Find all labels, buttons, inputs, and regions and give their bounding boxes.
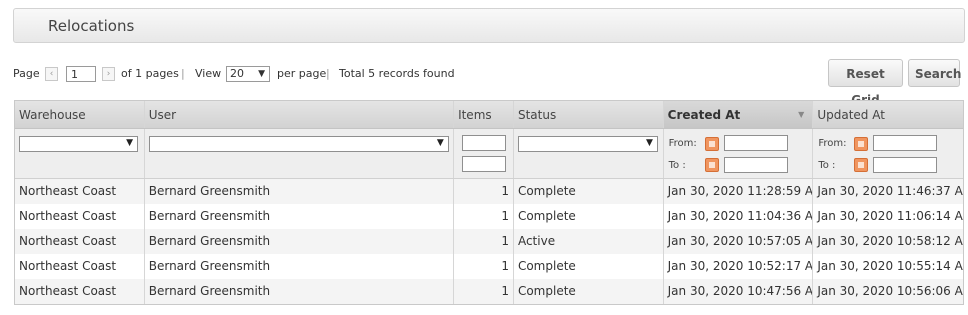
user-cell: Bernard Greensmith	[145, 229, 455, 254]
created-at-cell: Jan 30, 2020 10:57:05 AM	[664, 229, 814, 254]
updated-at-cell: Jan 30, 2020 11:06:14 AM	[817, 209, 964, 223]
filter-row: ▼ ▼ ▼ From: To : From: To:	[15, 129, 963, 179]
created-at-cell: Jan 30, 2020 11:28:59 AM	[664, 179, 814, 204]
separator: |	[326, 67, 330, 80]
view-label: View	[195, 67, 222, 80]
column-header-warehouse[interactable]: Warehouse	[15, 101, 145, 128]
filter-items-cell	[454, 129, 514, 178]
chevron-down-icon: ▼	[646, 138, 653, 148]
per-page-label: per page	[277, 67, 327, 80]
filter-created-cell: From: To :	[664, 129, 814, 178]
chevron-down-icon: ▼	[436, 138, 444, 148]
column-header-user[interactable]: User	[145, 101, 455, 128]
items-cell: 1	[454, 254, 514, 279]
filter-user-cell: ▼	[145, 129, 455, 178]
column-header-created-at-label: Created At	[667, 108, 741, 122]
calendar-icon[interactable]	[854, 158, 869, 172]
table-row[interactable]: Northeast Coast Bernard Greensmith 1 Com…	[15, 204, 963, 229]
updated-at-cell: Jan 30, 2020 11:46:37 AM	[817, 184, 964, 198]
sort-desc-icon: ▼	[798, 110, 805, 119]
status-cell: Complete	[514, 179, 664, 204]
items-cell: 1	[454, 204, 514, 229]
status-cell: Active	[514, 229, 664, 254]
items-to-input[interactable]	[462, 156, 507, 172]
calendar-icon[interactable]	[854, 137, 869, 151]
status-filter-select[interactable]: ▼	[517, 136, 658, 152]
updated-from-input[interactable]	[873, 135, 938, 151]
items-cell: 1	[454, 229, 514, 254]
user-cell: Bernard Greensmith	[145, 204, 455, 229]
calendar-icon[interactable]	[704, 158, 719, 172]
page-header: Relocations	[13, 8, 965, 43]
grid-header: Warehouse User Items Status Created At ▼…	[15, 101, 963, 129]
warehouse-cell: Northeast Coast	[15, 254, 145, 279]
chevron-left-icon[interactable]: ‹	[45, 67, 58, 81]
records-count: Total 5 records found	[339, 67, 455, 80]
column-header-updated-at[interactable]: Updated At	[813, 101, 963, 128]
column-header-status[interactable]: Status	[514, 101, 664, 128]
per-page-select[interactable]: 20 ▼	[226, 66, 270, 82]
reset-grid-button[interactable]: Reset Grid	[828, 59, 903, 107]
updated-at-cell: Jan 30, 2020 10:55:14 AM	[817, 259, 964, 273]
updated-at-cell: Jan 30, 2020 10:56:06 AM	[817, 284, 964, 298]
created-from-input[interactable]	[723, 135, 788, 151]
warehouse-filter-select[interactable]: ▼	[19, 136, 138, 152]
created-at-cell: Jan 30, 2020 10:52:17 AM	[664, 254, 814, 279]
filter-warehouse-cell: ▼	[15, 129, 145, 178]
chevron-right-icon[interactable]: ›	[102, 67, 115, 81]
user-cell: Bernard Greensmith	[145, 279, 455, 304]
table-row[interactable]: Northeast Coast Bernard Greensmith 1 Act…	[15, 229, 963, 254]
created-to-input[interactable]	[723, 157, 788, 173]
separator: |	[181, 67, 185, 80]
page-title: Relocations	[48, 17, 135, 35]
updated-to-label: To :	[818, 160, 836, 171]
search-button[interactable]: Search	[908, 59, 961, 87]
chevron-down-icon: ▼	[258, 69, 265, 79]
warehouse-cell: Northeast Coast	[15, 179, 145, 204]
relocations-grid: Warehouse User Items Status Created At ▼…	[14, 100, 964, 305]
chevron-down-icon: ▼	[126, 138, 133, 148]
status-cell: Complete	[514, 254, 664, 279]
created-from-label: From:	[668, 138, 697, 149]
per-page-value: 20	[230, 67, 244, 80]
table-row[interactable]: Northeast Coast Bernard Greensmith 1 Com…	[15, 279, 963, 304]
created-to-label: To :	[668, 160, 686, 171]
items-cell: 1	[454, 179, 514, 204]
warehouse-cell: Northeast Coast	[15, 204, 145, 229]
user-cell: Bernard Greensmith	[145, 254, 455, 279]
page-count: of 1 pages	[121, 67, 179, 80]
status-cell: Complete	[514, 204, 664, 229]
items-from-input[interactable]	[462, 135, 507, 151]
page-number-input[interactable]: 1	[66, 66, 96, 82]
table-row[interactable]: Northeast Coast Bernard Greensmith 1 Com…	[15, 179, 963, 204]
user-cell: Bernard Greensmith	[145, 179, 455, 204]
created-at-cell: Jan 30, 2020 10:47:56 AM	[664, 279, 814, 304]
created-at-cell: Jan 30, 2020 11:04:36 AM	[664, 204, 814, 229]
pager: Page ‹ 1 › of 1 pages | View 20 ▼ per pa…	[13, 64, 965, 88]
updated-to-input[interactable]	[873, 157, 938, 173]
warehouse-cell: Northeast Coast	[15, 279, 145, 304]
column-header-created-at[interactable]: Created At ▼	[663, 101, 814, 128]
filter-updated-cell: From: To :	[813, 129, 963, 178]
updated-from-label: From:	[818, 138, 847, 149]
updated-at-cell: Jan 30, 2020 10:58:12 AM	[817, 234, 964, 248]
user-filter-select[interactable]: ▼	[148, 136, 449, 152]
status-cell: Complete	[514, 279, 664, 304]
column-header-items[interactable]: Items	[454, 101, 514, 128]
page-label: Page	[13, 67, 40, 80]
warehouse-cell: Northeast Coast	[15, 229, 145, 254]
filter-status-cell: ▼	[514, 129, 664, 178]
table-row[interactable]: Northeast Coast Bernard Greensmith 1 Com…	[15, 254, 963, 279]
calendar-icon[interactable]	[704, 137, 719, 151]
items-cell: 1	[454, 279, 514, 304]
